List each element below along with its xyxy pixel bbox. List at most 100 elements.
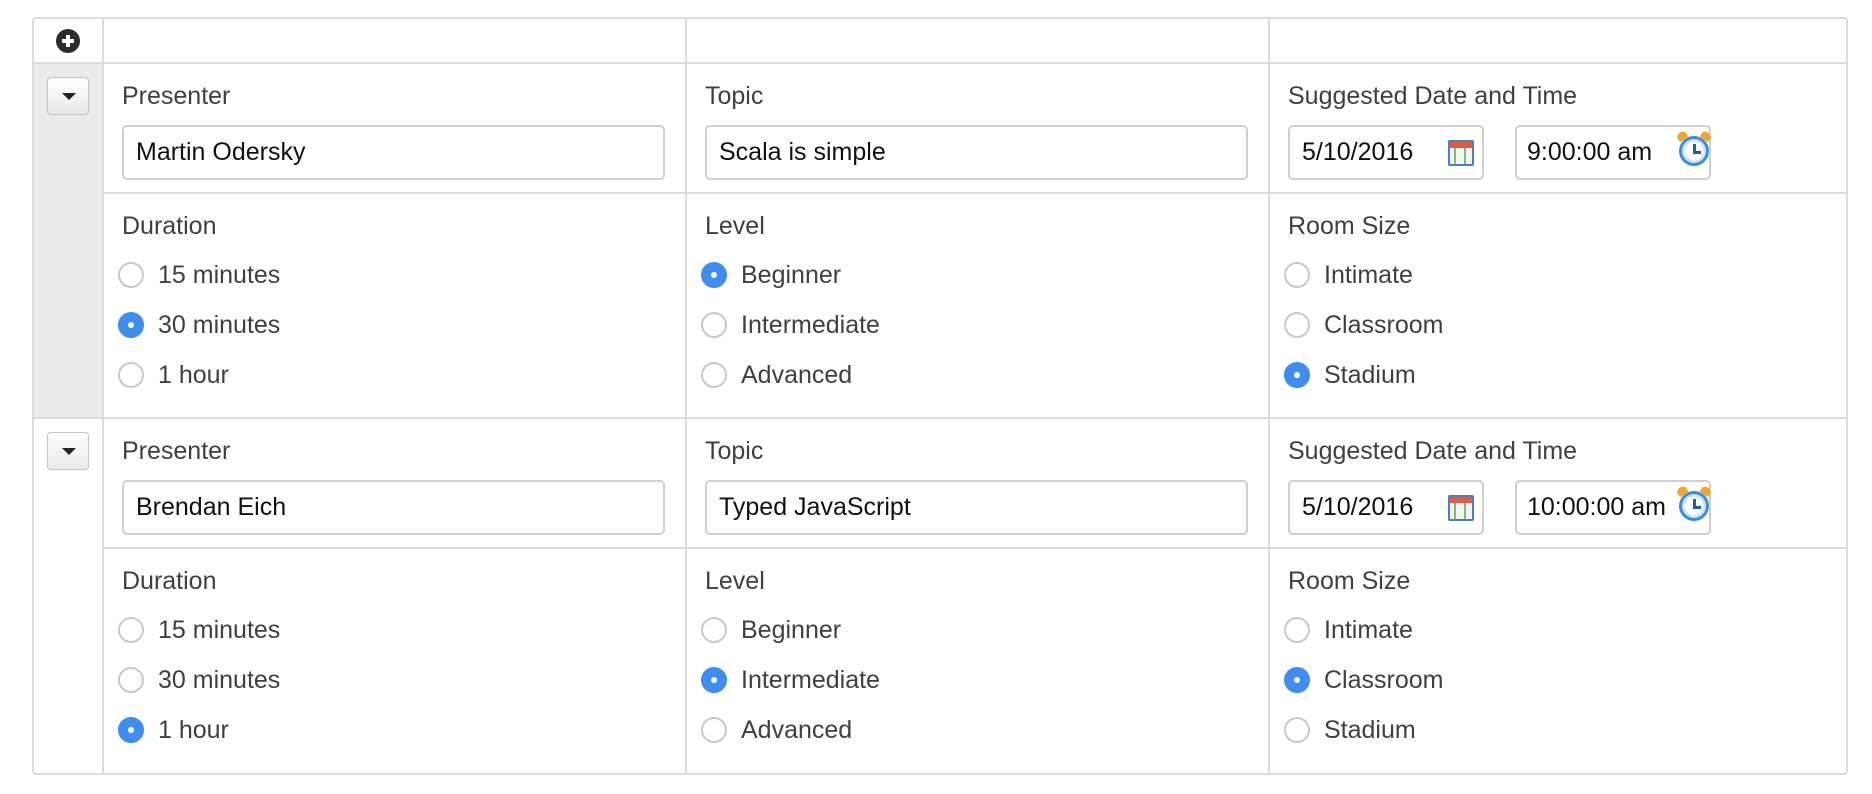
- radio-button[interactable]: [1284, 312, 1310, 338]
- date-input[interactable]: [1290, 493, 1452, 522]
- presenter-cell: Presenter: [104, 419, 687, 549]
- duration-radio-group: 15 minutes 30 minutes 1 hour: [118, 605, 280, 755]
- radio-button[interactable]: [701, 312, 727, 338]
- duration-option[interactable]: 1 hour: [118, 705, 280, 755]
- level-option[interactable]: Beginner: [701, 605, 880, 655]
- radio-button[interactable]: [118, 362, 144, 388]
- datetime-cell: Suggested Date and Time: [1270, 419, 1846, 549]
- topic-label: Topic: [705, 82, 764, 110]
- duration-option-label: 1 hour: [158, 360, 229, 389]
- room-size-option[interactable]: Stadium: [1284, 705, 1443, 755]
- level-option-label: Beginner: [741, 260, 842, 289]
- room-size-radio-group: Intimate Classroom Stadium: [1284, 605, 1443, 755]
- presenter-label: Presenter: [122, 437, 231, 465]
- room-size-label: Room Size: [1288, 212, 1411, 240]
- room-size-option[interactable]: Intimate: [1284, 605, 1443, 655]
- room-size-option-label: Intimate: [1324, 260, 1413, 289]
- radio-button[interactable]: [701, 617, 727, 643]
- duration-cell: Duration 15 minutes 30 minutes 1 hour: [104, 194, 687, 419]
- calendar-icon[interactable]: [1448, 495, 1474, 521]
- duration-option[interactable]: 15 minutes: [118, 605, 280, 655]
- room-size-cell: Room Size Intimate Classroom Stadium: [1270, 194, 1846, 419]
- time-picker[interactable]: [1515, 480, 1711, 535]
- topic-cell: Topic: [687, 419, 1270, 549]
- room-size-label: Room Size: [1288, 567, 1411, 595]
- duration-option[interactable]: 15 minutes: [118, 250, 280, 300]
- duration-option[interactable]: 30 minutes: [118, 300, 280, 350]
- duration-label: Duration: [122, 567, 217, 595]
- radio-button[interactable]: [701, 262, 727, 288]
- duration-option[interactable]: 30 minutes: [118, 655, 280, 705]
- level-option[interactable]: Intermediate: [701, 300, 880, 350]
- room-size-option-label: Stadium: [1324, 715, 1416, 744]
- radio-button[interactable]: [701, 362, 727, 388]
- room-size-option-label: Classroom: [1324, 310, 1444, 339]
- radio-button[interactable]: [1284, 667, 1310, 693]
- level-option-label: Beginner: [741, 615, 842, 644]
- radio-button[interactable]: [118, 667, 144, 693]
- presenter-label: Presenter: [122, 82, 231, 110]
- room-size-option[interactable]: Classroom: [1284, 655, 1443, 705]
- topic-input[interactable]: [705, 480, 1248, 535]
- duration-option-label: 30 minutes: [158, 665, 281, 694]
- radio-button[interactable]: [1284, 717, 1310, 743]
- header-cell-datetime: [1270, 19, 1846, 64]
- radio-button[interactable]: [118, 312, 144, 338]
- presenter-input[interactable]: [122, 480, 665, 535]
- datetime-label: Suggested Date and Time: [1288, 82, 1578, 110]
- date-picker[interactable]: [1288, 125, 1484, 180]
- level-option[interactable]: Advanced: [701, 705, 880, 755]
- level-option[interactable]: Beginner: [701, 250, 880, 300]
- radio-button[interactable]: [1284, 262, 1310, 288]
- level-cell: Level Beginner Intermediate Advanced: [687, 194, 1270, 419]
- date-picker[interactable]: [1288, 480, 1484, 535]
- room-size-option[interactable]: Stadium: [1284, 350, 1443, 400]
- room-size-option[interactable]: Intimate: [1284, 250, 1443, 300]
- alarm-clock-icon[interactable]: [1679, 491, 1709, 521]
- caret-down-icon: [62, 448, 76, 455]
- room-size-radio-group: Intimate Classroom Stadium: [1284, 250, 1443, 400]
- room-size-cell: Room Size Intimate Classroom Stadium: [1270, 549, 1846, 773]
- level-radio-group: Beginner Intermediate Advanced: [701, 605, 880, 755]
- header-cell-topic: [687, 19, 1270, 64]
- presenter-input[interactable]: [122, 125, 665, 180]
- level-cell: Level Beginner Intermediate Advanced: [687, 549, 1270, 773]
- caret-down-icon: [62, 93, 76, 100]
- date-input[interactable]: [1290, 138, 1452, 167]
- level-option-label: Advanced: [741, 360, 853, 389]
- presenter-cell: Presenter: [104, 64, 687, 194]
- radio-button[interactable]: [701, 667, 727, 693]
- topic-label: Topic: [705, 437, 764, 465]
- row-handle-2: [34, 419, 104, 773]
- datetime-cell: Suggested Date and Time: [1270, 64, 1846, 194]
- duration-radio-group: 15 minutes 30 minutes 1 hour: [118, 250, 280, 400]
- level-option[interactable]: Advanced: [701, 350, 880, 400]
- radio-button[interactable]: [118, 262, 144, 288]
- level-radio-group: Beginner Intermediate Advanced: [701, 250, 880, 400]
- radio-button[interactable]: [1284, 362, 1310, 388]
- talk-proposals-grid: Presenter Topic Suggested Date and Time …: [32, 17, 1848, 775]
- time-picker[interactable]: [1515, 125, 1711, 180]
- duration-label: Duration: [122, 212, 217, 240]
- level-option-label: Advanced: [741, 715, 853, 744]
- radio-button[interactable]: [1284, 617, 1310, 643]
- row-handle-1: [34, 64, 104, 419]
- topic-input[interactable]: [705, 125, 1248, 180]
- level-option-label: Intermediate: [741, 665, 880, 694]
- room-size-option-label: Classroom: [1324, 665, 1444, 694]
- add-row-icon[interactable]: [56, 29, 80, 53]
- calendar-icon[interactable]: [1448, 140, 1474, 166]
- radio-button[interactable]: [118, 717, 144, 743]
- room-size-option[interactable]: Classroom: [1284, 300, 1443, 350]
- level-label: Level: [705, 567, 765, 595]
- time-input[interactable]: [1517, 493, 1687, 522]
- duration-option[interactable]: 1 hour: [118, 350, 280, 400]
- level-option[interactable]: Intermediate: [701, 655, 880, 705]
- time-input[interactable]: [1517, 138, 1687, 167]
- radio-button[interactable]: [118, 617, 144, 643]
- row-toggle-button[interactable]: [47, 77, 89, 115]
- row-toggle-button[interactable]: [47, 432, 89, 470]
- radio-button[interactable]: [701, 717, 727, 743]
- alarm-clock-icon[interactable]: [1679, 136, 1709, 166]
- header-cell-presenter: [104, 19, 687, 64]
